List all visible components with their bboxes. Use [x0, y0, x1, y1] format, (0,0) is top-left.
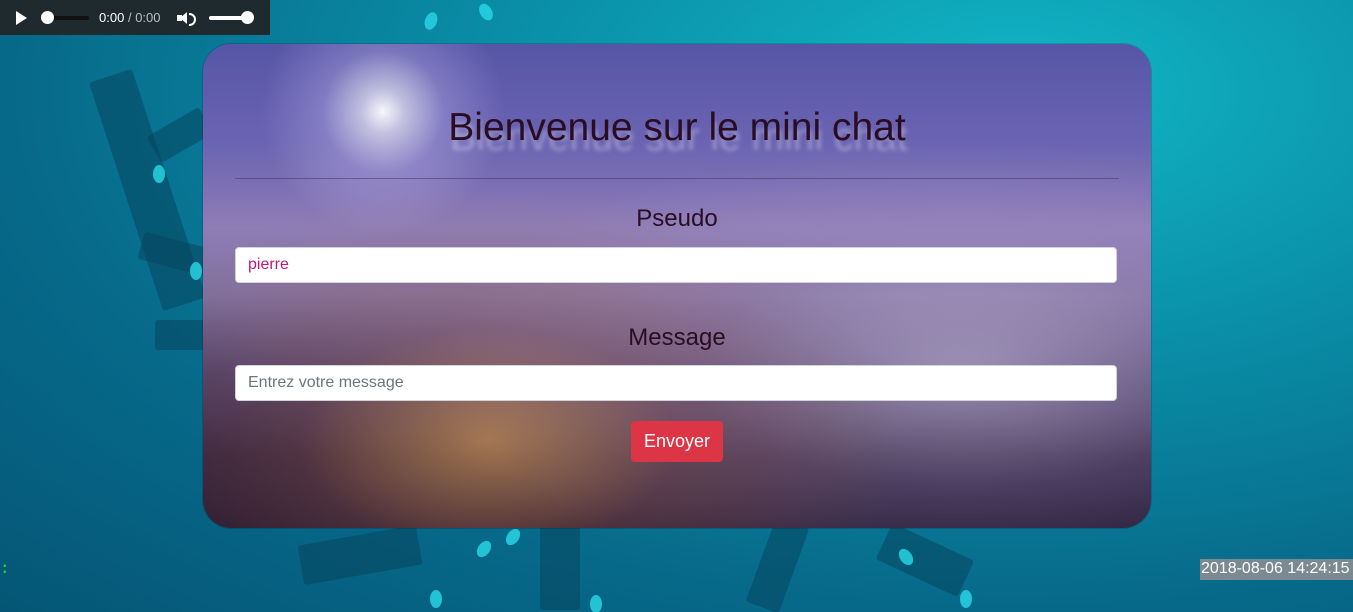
time-display: 0:00 / 0:00	[99, 10, 161, 25]
pseudo-label: Pseudo	[636, 205, 718, 232]
timestamp: 2018-08-06 14:24:15	[1200, 559, 1353, 580]
volume-slider[interactable]	[208, 10, 254, 24]
seek-slider[interactable]	[41, 10, 89, 24]
audio-player: 0:00 / 0:00	[0, 0, 270, 35]
current-time: 0:00	[99, 10, 125, 25]
message-input[interactable]: Entrez votre message	[235, 365, 1117, 401]
pseudo-input[interactable]: pierre	[235, 247, 1117, 283]
send-button[interactable]: Envoyer	[631, 421, 723, 462]
chat-card: Bienvenue sur le mini chat Pseudo pierre…	[203, 44, 1151, 528]
duration: 0:00	[135, 10, 161, 25]
page-title: Bienvenue sur le mini chat	[448, 106, 906, 149]
volume-icon[interactable]	[176, 11, 196, 26]
time-separator: /	[127, 10, 132, 25]
play-icon[interactable]	[16, 10, 27, 25]
message-label: Message	[628, 324, 726, 351]
divider	[235, 178, 1119, 179]
status-indicator: :	[0, 558, 10, 577]
